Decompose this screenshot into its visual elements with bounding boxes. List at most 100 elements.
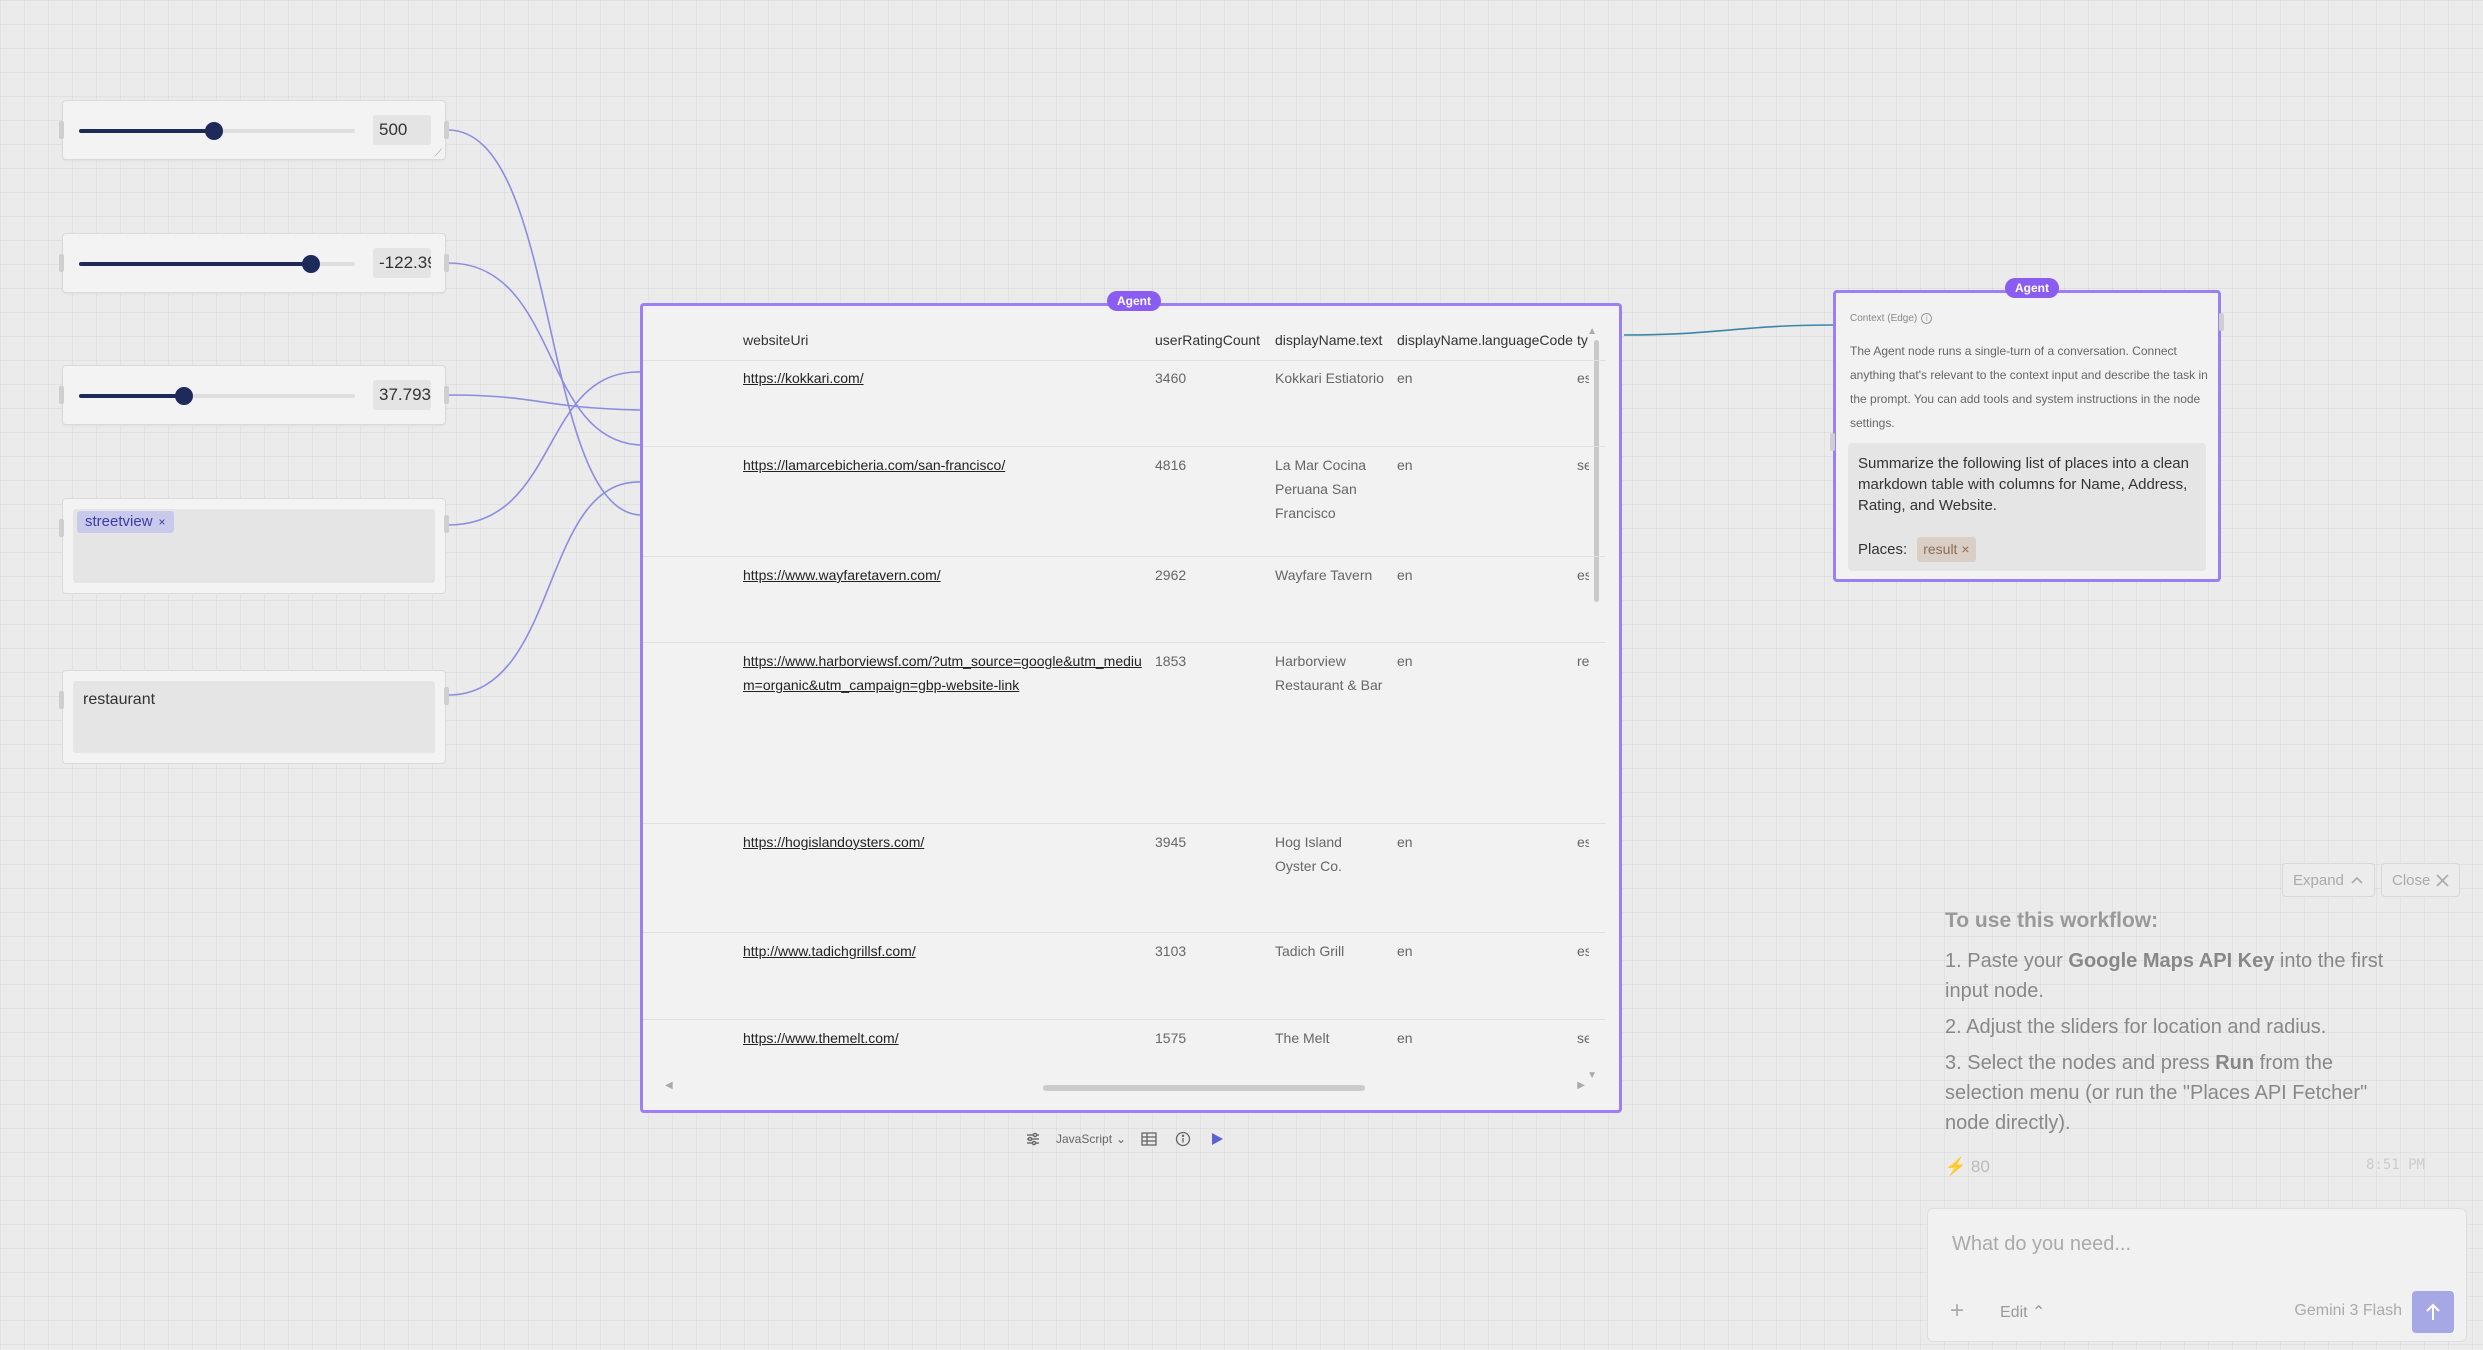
scroll-right-icon[interactable]: ▶ (1577, 1080, 1585, 1091)
row-divider (643, 642, 1605, 643)
column-header[interactable]: userRatingCount (1155, 332, 1260, 348)
longitude-slider-node: -122.39 (59, 233, 449, 293)
tag-chip: streetview × (77, 511, 174, 533)
output-port[interactable] (2219, 313, 2224, 331)
language-label: JavaScript (1056, 1132, 1113, 1146)
output-port[interactable] (444, 254, 449, 272)
arrow-up-icon (2426, 1303, 2440, 1320)
resize-grip-icon[interactable]: ⟋ (435, 149, 445, 159)
row-language-code: en (1397, 1030, 1413, 1046)
output-port[interactable] (444, 515, 449, 533)
send-button[interactable] (2412, 1291, 2454, 1333)
remove-tag-icon[interactable]: × (159, 515, 166, 529)
wire (447, 262, 641, 446)
row-url-link[interactable]: https://kokkari.com/ (743, 366, 1143, 390)
chat-composer: + Edit ⌃ Gemini 3 Flash (1927, 1208, 2467, 1342)
column-header[interactable]: displayName.languageCode (1397, 332, 1573, 348)
slider-thumb[interactable] (205, 122, 224, 140)
output-port[interactable] (444, 121, 449, 139)
row-type: se (1577, 457, 1589, 473)
run-play-icon[interactable] (1206, 1128, 1228, 1150)
slider-value-field[interactable]: -122.39 (373, 248, 431, 278)
credits-count: 80 (1970, 1157, 1990, 1176)
slider-thumb[interactable] (174, 387, 193, 405)
row-url-link[interactable]: http://www.tadichgrillsf.com/ (743, 939, 1143, 963)
expand-button[interactable]: Expand (2282, 863, 2375, 897)
wire (447, 394, 641, 411)
row-type: se (1577, 1030, 1589, 1046)
row-display-name: Hog Island Oyster Co. (1275, 834, 1342, 874)
chevron-up-icon: ⌃ (2032, 1304, 2046, 1321)
info-icon[interactable] (1172, 1128, 1194, 1150)
context-label: Context (Edge) i (1850, 313, 1933, 324)
text-input-value: restaurant (83, 691, 156, 708)
row-divider (643, 932, 1605, 933)
settings-sliders-icon[interactable] (1022, 1128, 1044, 1150)
row-url-link[interactable]: https://www.harborviewsf.com/?utm_source… (743, 649, 1143, 697)
row-divider (643, 556, 1605, 557)
close-label: Close (2392, 871, 2431, 889)
places-label: Places: (1858, 541, 1908, 558)
slider-value-field[interactable]: 500 (373, 115, 431, 145)
row-language-code: en (1397, 567, 1413, 583)
column-header[interactable]: websiteUri (743, 332, 808, 348)
row-url-link[interactable]: https://lamarcebicheria.com/san-francisc… (743, 453, 1143, 477)
wire (447, 129, 641, 516)
tag-chip-label: streetview (85, 513, 153, 530)
row-divider (643, 823, 1605, 824)
slider-track[interactable] (79, 255, 355, 273)
row-display-name: Wayfare Tavern (1275, 567, 1373, 583)
scroll-left-icon[interactable]: ◀ (665, 1080, 673, 1091)
slider-fill (79, 262, 311, 266)
slider-fill (79, 129, 215, 133)
row-display-name: Tadich Grill (1275, 943, 1345, 959)
output-port[interactable] (444, 687, 449, 705)
chat-input[interactable] (1952, 1233, 2432, 1256)
context-label-text: Context (Edge) (1850, 313, 1918, 324)
remove-chip-icon[interactable]: × (1961, 541, 1969, 557)
input-port[interactable] (59, 519, 64, 537)
horizontal-scrollbar[interactable] (1043, 1085, 1365, 1091)
input-port[interactable] (1830, 433, 1835, 451)
results-table-node[interactable]: ▲ ▼ ◀ ▶ websiteUri userRatingCount display… (640, 303, 1622, 1113)
step-bold: Google Maps API Key (2068, 950, 2275, 972)
slider-thumb[interactable] (301, 255, 320, 273)
model-label[interactable]: Gemini 3 Flash (2294, 1302, 2402, 1320)
workflow-instructions: To use this workflow: 1. Paste your Goog… (1945, 906, 2415, 1144)
table-view-icon[interactable] (1138, 1128, 1160, 1150)
step-text: 1. Paste your (1945, 950, 2069, 972)
scroll-up-icon[interactable]: ▲ (1587, 326, 1597, 337)
add-attachment-icon[interactable]: + (1950, 1297, 1964, 1325)
input-port[interactable] (59, 691, 64, 709)
row-language-code: en (1397, 943, 1413, 959)
row-display-name: Kokkari Estiatorio (1275, 370, 1384, 386)
row-url-link[interactable]: https://hogislandoysters.com/ (743, 830, 1143, 854)
language-select[interactable]: JavaScript ⌄ (1056, 1132, 1126, 1146)
prompt-editor[interactable]: Summarize the following list of places i… (1848, 443, 2206, 571)
slider-track[interactable] (79, 122, 355, 140)
mode-select[interactable]: Edit ⌃ (2000, 1302, 2045, 1322)
row-url-link[interactable]: https://www.themelt.com/ (743, 1026, 1143, 1050)
input-port[interactable] (59, 386, 64, 404)
row-language-code: en (1397, 370, 1413, 386)
close-button[interactable]: Close (2381, 863, 2461, 897)
tag-input-node: streetview × (59, 498, 449, 594)
row-language-code: en (1397, 457, 1413, 473)
column-header[interactable]: ty (1577, 332, 1588, 348)
scroll-down-icon[interactable]: ▼ (1587, 1070, 1597, 1081)
row-type: re (1577, 653, 1589, 669)
context-agent-node[interactable]: Context (Edge) i The Agent node runs a s… (1830, 290, 2224, 582)
agent-badge: Agent (2005, 278, 2059, 298)
row-rating-count: 4816 (1155, 457, 1187, 473)
input-port[interactable] (59, 121, 64, 139)
output-port[interactable] (444, 386, 449, 404)
slider-value-field[interactable]: 37.793 (373, 380, 431, 410)
info-icon[interactable]: i (1921, 313, 1933, 324)
vertical-scrollbar[interactable] (1594, 340, 1599, 602)
input-port[interactable] (59, 254, 64, 272)
column-header[interactable]: displayName.text (1275, 332, 1382, 348)
slider-track[interactable] (79, 387, 355, 405)
row-divider (643, 1019, 1605, 1020)
result-chip[interactable]: result × (1917, 537, 1976, 562)
row-url-link[interactable]: https://www.wayfaretavern.com/ (743, 563, 1143, 587)
